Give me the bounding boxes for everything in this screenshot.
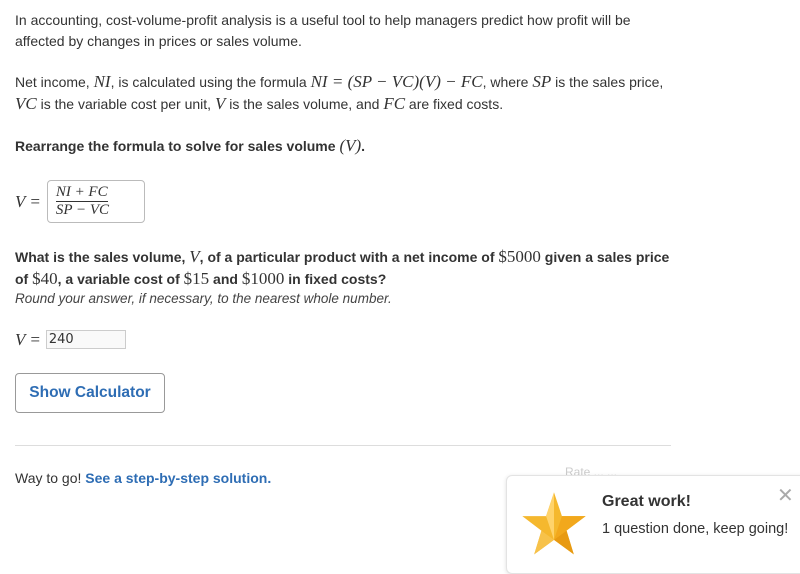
text: What is the sales volume, bbox=[15, 249, 190, 265]
fraction-denominator: SP − VC bbox=[55, 202, 109, 218]
text: , of a particular product with a net inc… bbox=[199, 249, 499, 265]
text: in fixed costs? bbox=[284, 271, 387, 287]
rounding-instruction: Round your answer, if necessary, to the … bbox=[15, 291, 392, 306]
sales-price-value: $40 bbox=[32, 269, 58, 288]
definition-paragraph: Net income, NI, is calculated using the … bbox=[15, 71, 675, 115]
math-fc: FC bbox=[383, 94, 406, 113]
variable-cost-value: $15 bbox=[183, 269, 210, 288]
text: are fixed costs. bbox=[405, 96, 504, 112]
net-income-value: $5000 bbox=[498, 247, 541, 266]
text: is the sales price, bbox=[551, 74, 664, 90]
text: , a variable cost of bbox=[57, 271, 184, 287]
text: . bbox=[361, 138, 366, 154]
rearrange-prompt: Rearrange the formula to solve for sales… bbox=[15, 135, 365, 157]
feedback: Way to go! See a step-by-step solution. bbox=[15, 468, 271, 489]
text: Rearrange the formula to solve for sales… bbox=[15, 138, 340, 154]
math-v: V bbox=[189, 247, 200, 266]
math-vc: VC bbox=[15, 94, 37, 113]
intro-paragraph: In accounting, cost-volume-profit analys… bbox=[15, 12, 631, 49]
success-toast: Great work! 1 question done, keep going!… bbox=[506, 475, 800, 574]
fixed-cost-value: $1000 bbox=[241, 269, 285, 288]
show-calculator-button[interactable]: Show Calculator bbox=[15, 373, 165, 413]
question-paragraph: What is the sales volume, V, of a partic… bbox=[15, 246, 675, 290]
formula-lhs: V = bbox=[15, 192, 41, 211]
text: , where bbox=[482, 74, 533, 90]
text: and bbox=[209, 271, 242, 287]
math-formula: NI = (SP − VC)(V) − FC bbox=[310, 72, 483, 91]
close-icon[interactable]: ✕ bbox=[777, 486, 794, 506]
answer-lhs: V = bbox=[15, 330, 41, 349]
divider bbox=[15, 445, 671, 446]
answer-input[interactable]: 240 bbox=[45, 330, 126, 349]
feedback-text: Way to go! bbox=[15, 470, 86, 486]
text: , is calculated using the formula bbox=[110, 74, 311, 90]
text: is the sales volume, and bbox=[225, 96, 384, 112]
text: Net income, bbox=[15, 74, 94, 90]
answer-row: V = 240 bbox=[15, 329, 126, 350]
math-sp: SP bbox=[532, 72, 552, 91]
star-icon bbox=[522, 492, 586, 555]
formula-answer-row: V = NI + FC SP − VC bbox=[15, 180, 145, 223]
toast-message: 1 question done, keep going! bbox=[602, 521, 789, 537]
math-v: V bbox=[214, 94, 226, 113]
fraction-numerator: NI + FC bbox=[55, 184, 108, 202]
toast-title: Great work! bbox=[602, 493, 691, 510]
formula-answer-box[interactable]: NI + FC SP − VC bbox=[46, 180, 145, 223]
text: is the variable cost per unit, bbox=[36, 96, 215, 112]
math-ni: NI bbox=[93, 72, 111, 91]
step-by-step-link[interactable]: See a step-by-step solution. bbox=[85, 470, 271, 486]
math-v: (V) bbox=[339, 136, 362, 155]
